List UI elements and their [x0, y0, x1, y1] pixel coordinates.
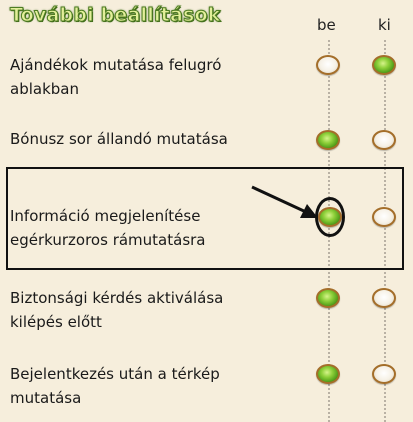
- label-line: ablakban: [10, 80, 79, 98]
- label-line: egérkurzoros rámutatásra: [10, 231, 206, 249]
- label-line: Bejelentkezés után a térkép: [10, 365, 220, 383]
- setting-label-security-question: Biztonsági kérdés aktiválása kilépés elő…: [10, 286, 270, 334]
- setting-label-map-after-login: Bejelentkezés után a térkép mutatása: [10, 362, 270, 410]
- radio-hover-info-off[interactable]: [372, 207, 396, 227]
- setting-label-bonus-row: Bónusz sor állandó mutatása: [10, 127, 270, 151]
- label-line: mutatása: [10, 389, 82, 407]
- radio-bonus-row-on[interactable]: [316, 130, 340, 150]
- radio-security-question-on[interactable]: [316, 288, 340, 308]
- radio-gift-popup-on[interactable]: [316, 55, 340, 75]
- setting-label-hover-info: Információ megjelenítése egérkurzoros rá…: [10, 204, 270, 252]
- radio-gift-popup-off[interactable]: [372, 55, 396, 75]
- setting-label-gift-popup: Ajándékok mutatása felugró ablakban: [10, 53, 270, 101]
- radio-security-question-off[interactable]: [372, 288, 396, 308]
- radio-bonus-row-off[interactable]: [372, 130, 396, 150]
- label-line: Információ megjelenítése: [10, 207, 201, 225]
- settings-title: További beállítások: [10, 4, 221, 27]
- radio-map-after-login-off[interactable]: [372, 364, 396, 384]
- label-line: Ajándékok mutatása felugró: [10, 56, 222, 74]
- label-line: Bónusz sor állandó mutatása: [10, 130, 228, 148]
- column-header-on: be: [317, 16, 336, 34]
- label-line: Biztonsági kérdés aktiválása: [10, 289, 224, 307]
- pointer-arrow-icon: [251, 185, 318, 218]
- label-line: kilépés előtt: [10, 313, 102, 331]
- column-header-off: ki: [378, 16, 391, 34]
- radio-map-after-login-on[interactable]: [316, 364, 340, 384]
